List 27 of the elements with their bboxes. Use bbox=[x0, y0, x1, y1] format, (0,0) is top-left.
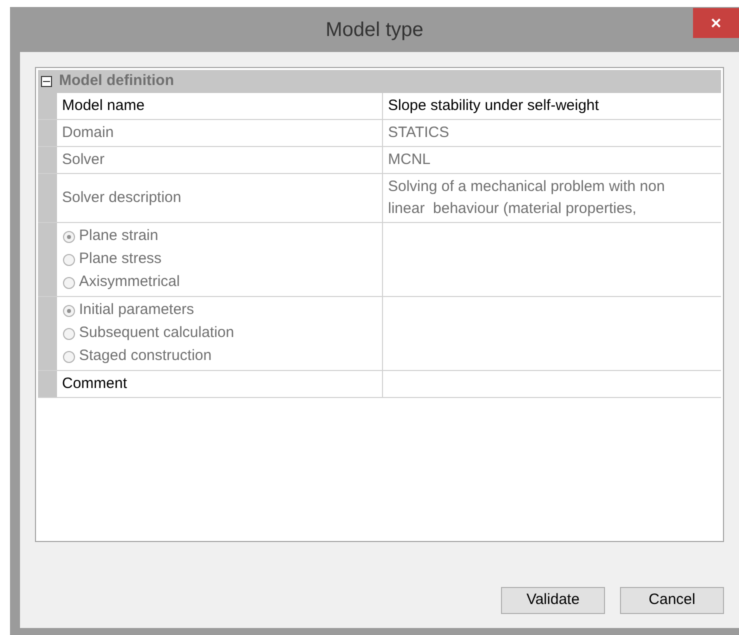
dialog-button[interactable]: Validate bbox=[501, 587, 605, 614]
dialog-button[interactable]: Cancel bbox=[620, 587, 724, 614]
window-title: Model type bbox=[326, 18, 424, 42]
property-label: Domain bbox=[62, 122, 114, 143]
property-value: MCNL bbox=[388, 150, 431, 170]
radio-button[interactable] bbox=[63, 276, 75, 288]
property-value: Slope stability under self-weight bbox=[388, 96, 599, 116]
property-label: Model name bbox=[62, 96, 145, 116]
radio-button[interactable] bbox=[63, 254, 75, 266]
radio-option[interactable]: Initial parameters bbox=[63, 299, 194, 322]
radio-option[interactable]: Plane stress bbox=[63, 248, 162, 271]
radio-option[interactable]: Subsequent calculation bbox=[63, 322, 234, 345]
close-button[interactable]: × bbox=[693, 8, 739, 38]
property-label: Solver bbox=[62, 150, 105, 170]
radio-button[interactable] bbox=[63, 328, 75, 340]
property-label: Solver description bbox=[62, 188, 182, 208]
radio-option[interactable]: Plane strain bbox=[63, 225, 158, 248]
property-label: Comment bbox=[62, 374, 128, 394]
radio-button[interactable] bbox=[63, 350, 75, 362]
property-value: Solving of a mechanical problem with non linear behaviour (material properties, bbox=[388, 177, 666, 219]
category-label: Model definition bbox=[59, 71, 174, 92]
radio-option[interactable]: Staged construction bbox=[63, 345, 212, 368]
radio-button[interactable] bbox=[63, 304, 75, 316]
radio-option[interactable]: Axisymmetrical bbox=[63, 271, 180, 294]
collapse-icon[interactable] bbox=[41, 76, 52, 87]
radio-button[interactable] bbox=[63, 230, 75, 242]
property-value: STATICS bbox=[388, 123, 450, 143]
